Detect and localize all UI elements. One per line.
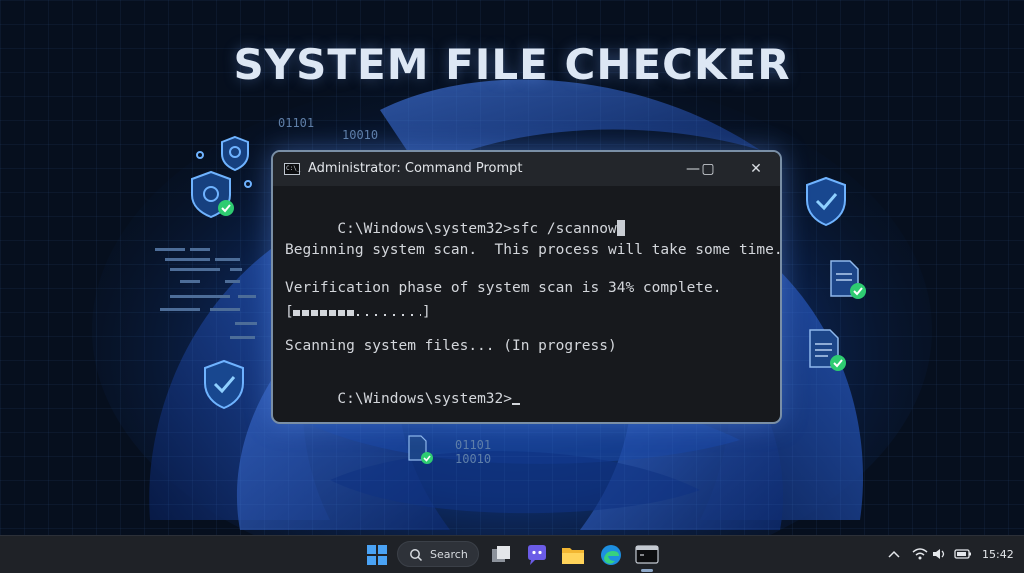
search-label: Search <box>430 548 468 561</box>
binary-stream-decoration <box>155 248 257 339</box>
prompt-text: C:\Windows\system32> <box>337 391 512 407</box>
task-view-icon[interactable] <box>486 540 516 570</box>
close-icon: ✕ <box>750 161 762 177</box>
speaker-icon[interactable] <box>931 547 949 561</box>
chevron-up-icon[interactable] <box>886 547 902 561</box>
document-check-icon <box>809 329 846 371</box>
edge-icon[interactable] <box>596 540 626 570</box>
maximize-button[interactable]: ▢ <box>693 158 723 180</box>
window-titlebar[interactable]: C:\_ Administrator: Command Prompt — ▢ ✕ <box>273 152 780 186</box>
chat-icon[interactable] <box>522 540 552 570</box>
prompt-text: C:\Windows\system32> <box>337 221 512 237</box>
file-explorer-icon[interactable] <box>558 540 588 570</box>
shield-check-icon <box>204 359 244 410</box>
binary-text: 10010 <box>342 128 379 142</box>
binary-text: 01101 <box>455 438 492 452</box>
terminal-icon[interactable] <box>632 540 662 570</box>
close-button[interactable]: ✕ <box>741 158 771 180</box>
binary-text: 01101 <box>278 116 315 130</box>
progress-remaining <box>357 314 421 316</box>
output-line: Beginning system scan. This process will… <box>285 242 782 258</box>
shield-check-icon <box>806 176 846 227</box>
start-icon[interactable] <box>362 540 392 570</box>
document-check-icon <box>408 435 433 464</box>
scan-progress-bar: [ ] <box>285 304 435 321</box>
wifi-icon[interactable] <box>911 547 929 561</box>
document-check-icon <box>830 260 866 299</box>
command-prompt-window[interactable]: C:\_ Administrator: Command Prompt — ▢ ✕… <box>271 150 782 424</box>
taskbar-clock[interactable]: 15:42 <box>982 548 1014 561</box>
command-text: sfc /scannow <box>512 221 617 237</box>
maximize-icon: ▢ <box>701 161 715 177</box>
text-cursor <box>512 403 520 405</box>
settings-shield-icon <box>191 135 252 219</box>
output-line: Verification phase of system scan is 34%… <box>285 280 722 296</box>
window-title: Administrator: Command Prompt <box>308 161 523 176</box>
progress-fill <box>293 310 354 316</box>
current-prompt-line: C:\Windows\system32> <box>285 375 520 422</box>
taskbar-search[interactable]: Search <box>397 541 479 567</box>
output-line: Scanning system files... (In progress) <box>285 338 617 354</box>
page-headline: SYSTEM FILE CHECKER <box>233 40 791 89</box>
search-icon <box>410 549 423 562</box>
progress-bracket-close: ] <box>422 304 431 320</box>
battery-icon[interactable] <box>953 547 973 561</box>
terminal-icon: C:\_ <box>284 163 300 175</box>
text-cursor <box>616 220 625 236</box>
progress-track <box>293 305 421 321</box>
binary-text: 10010 <box>455 452 492 466</box>
taskbar: Search 15:42 <box>0 535 1024 573</box>
